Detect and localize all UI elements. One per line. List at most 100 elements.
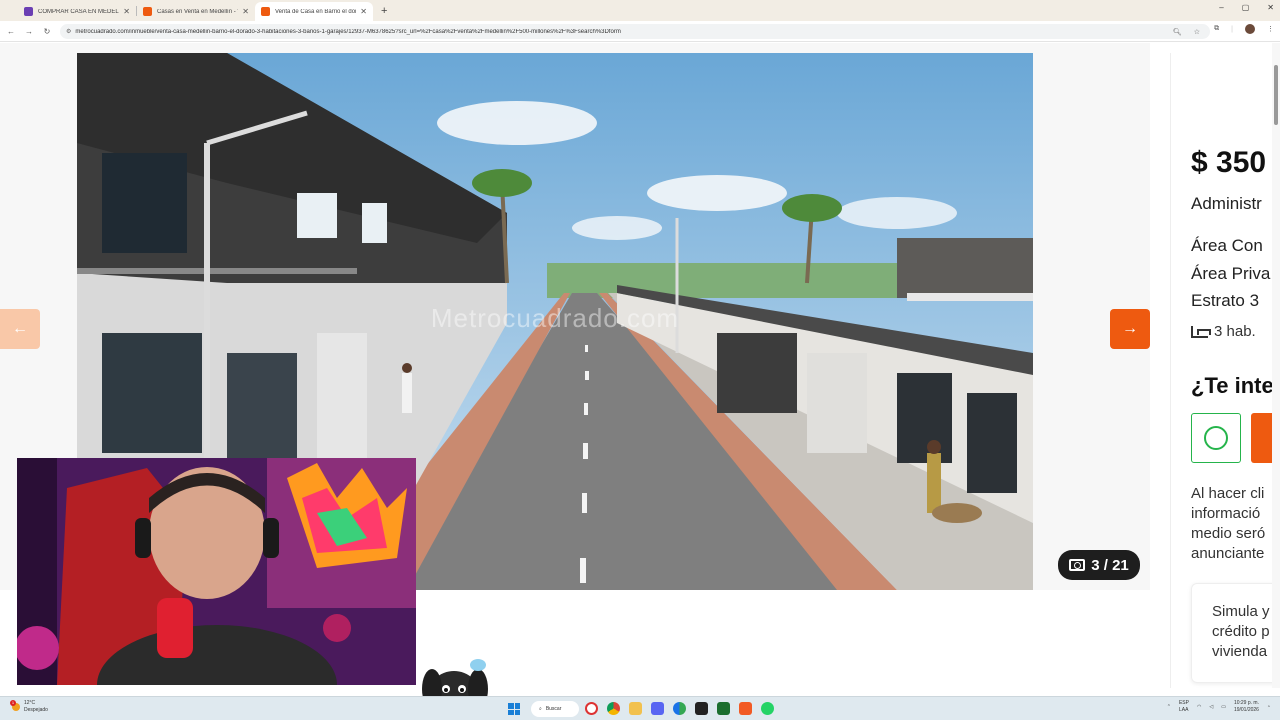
photo-counter[interactable]: 3 / 21 <box>1058 550 1140 580</box>
search-icon: ⌕ <box>539 706 542 712</box>
site-info-icon[interactable]: ⚙ <box>66 28 71 35</box>
file-explorer-icon[interactable] <box>629 702 642 715</box>
chrome-dev-app-icon[interactable] <box>673 702 686 715</box>
start-tile <box>508 709 514 715</box>
window-controls: – ▢ ✕ <box>1219 3 1274 12</box>
weather-widget[interactable]: 1 12°C Despejado <box>10 700 48 714</box>
brave-app-icon[interactable] <box>739 702 752 715</box>
new-tab-button[interactable]: + <box>381 5 387 17</box>
terminal-app-icon[interactable] <box>717 702 730 715</box>
whatsapp-icon <box>1204 426 1228 450</box>
language-indicator[interactable]: ESP LAA <box>1179 700 1189 714</box>
credit-simulator-card[interactable]: Simula y crédito p vivienda <box>1191 583 1280 683</box>
lang-top: ESP <box>1178 700 1189 706</box>
address-bar[interactable]: ⚙ metrocuadrado.com/inmueble/venta-casa-… <box>60 24 1210 39</box>
previous-photo-button[interactable]: ← <box>0 309 40 349</box>
built-area-label: Área Con <box>1191 236 1263 255</box>
reload-icon[interactable]: ↻ <box>38 27 56 36</box>
notifications-icon[interactable]: ◔ <box>1267 704 1270 710</box>
start-tile <box>514 709 520 715</box>
tray-chevron-icon[interactable]: ⌃ <box>1167 704 1171 710</box>
webcam-image <box>17 458 416 685</box>
arrow-right-icon: → <box>1122 320 1138 337</box>
vertical-scrollbar[interactable] <box>1272 43 1280 688</box>
simula-line: vivienda <box>1212 643 1268 660</box>
xbox-app-icon[interactable] <box>695 702 708 715</box>
search-label: Buscar <box>545 706 562 712</box>
extensions-icon[interactable]: ⧉ <box>1214 25 1219 33</box>
taskbar-apps <box>585 702 774 715</box>
photo-counter-text: 3 / 21 <box>1091 556 1129 574</box>
omnibox-tools: 🔍︎ ☆ <box>1173 28 1200 36</box>
discord-app-icon[interactable] <box>651 702 664 715</box>
camera-icon <box>1069 559 1086 571</box>
start-button[interactable] <box>508 703 520 715</box>
legal-line: medio seró <box>1191 525 1266 542</box>
system-tray: ⌃ ESP LAA ◠ ◁ ▭ 10:29 p. m. 19/01/2026 ◔ <box>1167 700 1270 714</box>
volume-icon[interactable]: ◁ <box>1209 704 1213 710</box>
rooms-text: 3 hab. <box>1214 323 1256 340</box>
tab-casas-en-venta[interactable]: Casas en Venta en Medellín - V ✕ <box>137 2 255 21</box>
start-tile <box>514 703 520 709</box>
tab-title: Venta de Casa en Barrio el dora <box>275 8 357 15</box>
windows-taskbar: 1 12°C Despejado ⌕ Buscar ⌃ ESP LAA ◠ ◁ … <box>0 696 1280 720</box>
tab-favicon <box>24 7 33 16</box>
close-tab-icon[interactable]: ✕ <box>360 7 367 16</box>
watermark-text: Metrocuadrado.com <box>430 303 680 333</box>
wifi-icon[interactable]: ◠ <box>1197 704 1201 710</box>
opera-app-icon[interactable] <box>585 702 598 715</box>
admin-fee-label: Administr <box>1191 194 1262 213</box>
next-photo-button[interactable]: → <box>1110 309 1150 349</box>
tab-venta-casa-active[interactable]: Venta de Casa en Barrio el dora ✕ <box>255 2 373 21</box>
weather-desc: Despejado <box>24 707 48 713</box>
url-text[interactable]: metrocuadrado.com/inmueble/venta-casa-me… <box>75 29 620 35</box>
tab-favicon <box>261 7 270 16</box>
private-area-label: Área Priva <box>1191 264 1271 283</box>
scrollbar-thumb[interactable] <box>1274 65 1278 125</box>
estrato-label: Estrato 3 <box>1191 291 1260 310</box>
tab-title: COMPRAR CASA EN MEDELLIN <box>38 8 120 15</box>
tab-title: Casas en Venta en Medellín - V <box>157 8 239 15</box>
divider: | <box>1231 25 1233 33</box>
close-window-icon[interactable]: ✕ <box>1267 3 1274 12</box>
weather-sun-icon: 1 <box>10 700 20 711</box>
battery-icon[interactable]: ▭ <box>1221 704 1226 710</box>
tab-comprar-casa[interactable]: COMPRAR CASA EN MEDELLIN ✕ <box>18 2 136 21</box>
browser-tab-strip: COMPRAR CASA EN MEDELLIN ✕ Casas en Vent… <box>0 0 1280 21</box>
whatsapp-button[interactable] <box>1191 413 1241 463</box>
chrome-app-icon[interactable] <box>607 702 620 715</box>
webcam-overlay <box>17 458 416 685</box>
profile-avatar[interactable] <box>1245 24 1255 34</box>
browser-actions: ⧉ | ⋮ <box>1214 24 1274 34</box>
close-tab-icon[interactable]: ✕ <box>242 7 249 16</box>
legal-line: Al hacer cli <box>1191 485 1265 502</box>
tab-favicon <box>143 7 152 16</box>
taskbar-search[interactable]: ⌕ Buscar <box>531 701 579 717</box>
bed-icon <box>1191 325 1211 338</box>
bookmark-star-icon[interactable]: ☆ <box>1194 28 1200 36</box>
maximize-icon[interactable]: ▢ <box>1242 3 1250 12</box>
listing-price: $ 350 <box>1191 146 1267 179</box>
forward-arrow-icon[interactable]: → <box>20 27 38 36</box>
whatsapp-app-icon[interactable] <box>761 702 774 715</box>
simula-line: Simula y <box>1212 603 1270 620</box>
arrow-left-icon: ← <box>12 320 28 337</box>
lang-bottom: LAA <box>1178 707 1189 713</box>
browser-toolbar: ← → ↻ ⚙ metrocuadrado.com/inmueble/venta… <box>0 21 1280 42</box>
start-tile <box>508 703 514 709</box>
listing-summary-panel: $ 350 Administr Área Con Área Priva Estr… <box>1170 53 1280 688</box>
clock-date: 19/01/2026 <box>1233 707 1259 713</box>
legal-line: informació <box>1191 505 1261 522</box>
minimize-icon[interactable]: – <box>1219 3 1223 12</box>
legal-line: anunciante <box>1191 545 1265 562</box>
back-arrow-icon[interactable]: ← <box>2 27 20 36</box>
zoom-icon[interactable]: 🔍︎ <box>1173 28 1182 36</box>
rooms-info: 3 hab. <box>1191 323 1256 340</box>
notification-badge: 1 <box>10 700 16 706</box>
legal-disclaimer: Al hacer cli informació medio seró anunc… <box>1191 484 1265 564</box>
interest-heading: ¿Te inte <box>1191 373 1274 398</box>
clock-time: 10:29 p. m. <box>1233 700 1259 706</box>
close-tab-icon[interactable]: ✕ <box>123 7 130 16</box>
taskbar-clock[interactable]: 10:29 p. m. 19/01/2026 <box>1234 700 1259 714</box>
menu-dots-icon[interactable]: ⋮ <box>1267 25 1274 33</box>
